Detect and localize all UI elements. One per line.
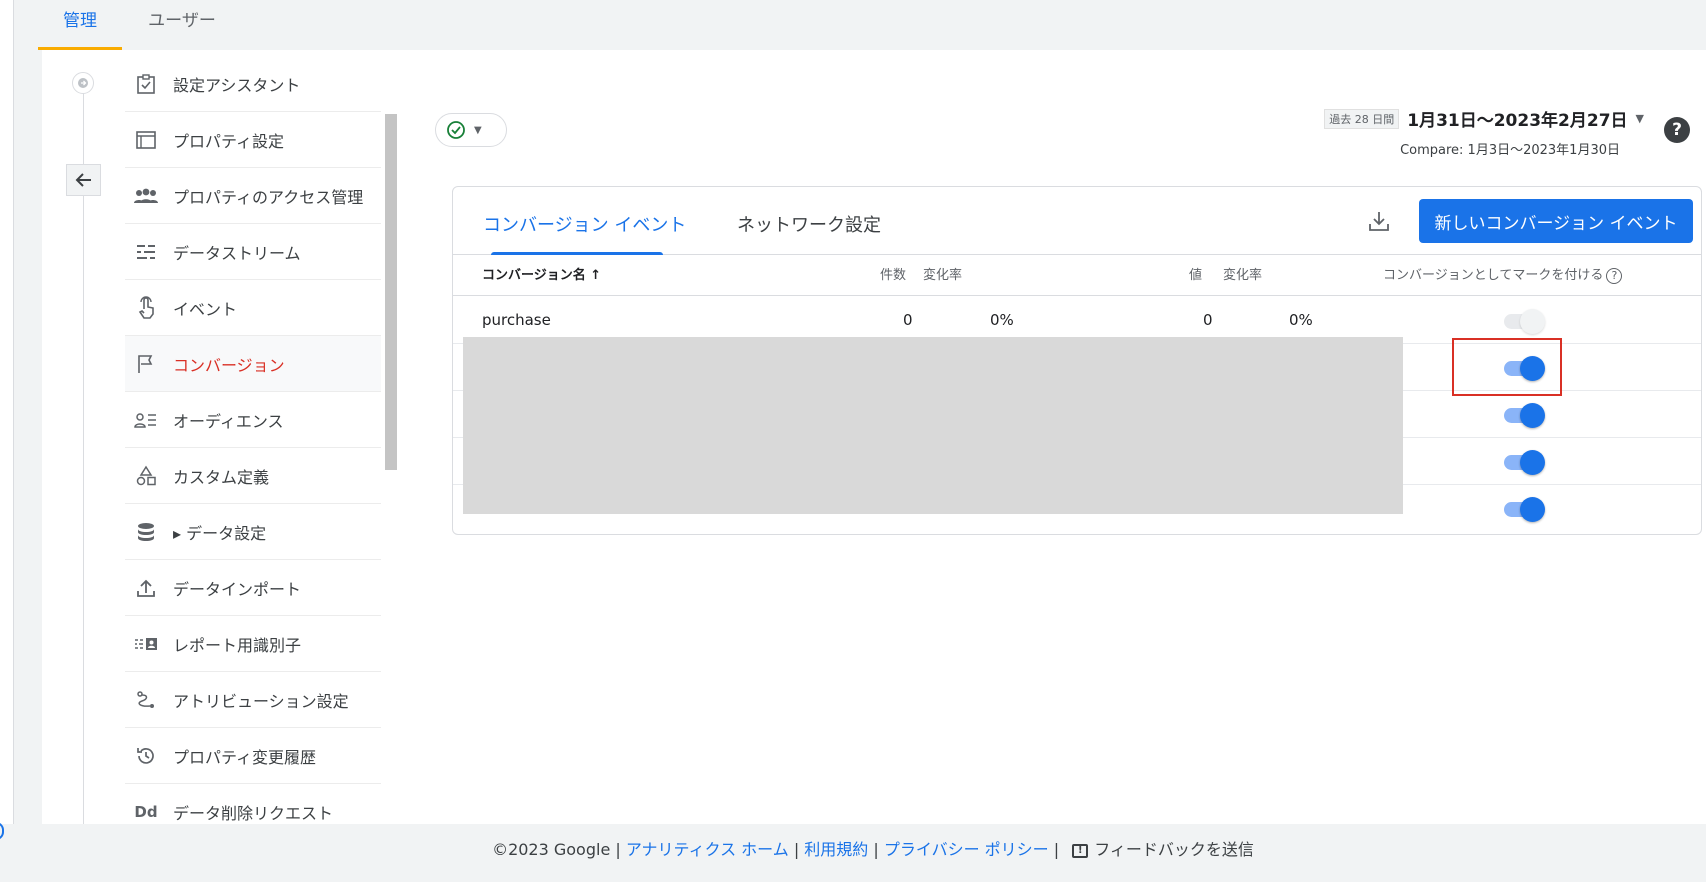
- column-header-change[interactable]: 変化率: [923, 255, 962, 296]
- download-button[interactable]: [1363, 205, 1395, 237]
- sidebar-item-label: データストリーム: [173, 243, 301, 263]
- footer-feedback[interactable]: フィードバックを送信: [1094, 840, 1254, 859]
- sidebar-item-reporting-identity[interactable]: レポート用識別子: [125, 616, 381, 672]
- mark-as-conversion-toggle[interactable]: [1502, 450, 1546, 475]
- sidebar-item-label: プロパティ変更履歴: [173, 747, 317, 767]
- timeline-step-icon: [72, 72, 94, 94]
- new-conversion-event-button[interactable]: 新しいコンバージョン イベント: [1419, 199, 1693, 243]
- sidebar-item-label: プロパティのアクセス管理: [173, 187, 364, 207]
- footer-link-privacy[interactable]: プライバシー ポリシー: [884, 840, 1049, 859]
- feedback-icon[interactable]: !: [1072, 843, 1089, 858]
- sidebar-item-label: アトリビューション設定: [173, 691, 349, 711]
- database-icon: [133, 519, 159, 545]
- sidebar-item-label: カスタム定義: [173, 467, 270, 487]
- help-icon[interactable]: ?: [1606, 267, 1623, 284]
- sidebar-item-data-settings[interactable]: ▸ データ設定: [125, 504, 381, 560]
- sidebar-item-access-management[interactable]: プロパティのアクセス管理: [125, 168, 381, 224]
- sidebar-item-label: データインポート: [173, 579, 302, 599]
- shapes-icon: [133, 463, 159, 489]
- status-dropdown[interactable]: ▼: [435, 113, 507, 147]
- footer-separator: |: [1053, 840, 1060, 859]
- sidebar-item-label: レポート用識別子: [173, 635, 302, 655]
- caret-down-icon[interactable]: ▼: [1636, 112, 1644, 125]
- highlight-annotation: [1452, 338, 1562, 396]
- mark-as-conversion-toggle[interactable]: [1502, 309, 1546, 334]
- caret-down-icon: ▼: [474, 124, 482, 136]
- date-range-label[interactable]: 1月31日～2023年2月27日: [1407, 106, 1627, 131]
- tab-network-settings[interactable]: ネットワーク設定: [737, 187, 881, 255]
- column-header-value[interactable]: 値: [1189, 255, 1202, 296]
- sidebar-scrollbar[interactable]: [385, 114, 397, 470]
- column-header-count[interactable]: 件数: [880, 255, 906, 296]
- card-tab-bar: コンバージョン イベント ネットワーク設定 新しいコンバージョン イベント: [453, 187, 1701, 255]
- sidebar-item-label: プロパティ設定: [173, 131, 285, 151]
- streams-icon: [133, 239, 159, 265]
- sidebar-item-label: ▸ データ設定: [173, 523, 267, 543]
- sidebar-item-data-streams[interactable]: データストリーム: [125, 224, 381, 280]
- table-header: コンバージョン名 ↑ 件数 変化率 値 変化率 コンバージョンとしてマークを付け…: [453, 255, 1701, 296]
- tab-admin[interactable]: 管理: [38, 0, 122, 50]
- sidebar-item-events[interactable]: イベント: [125, 280, 381, 336]
- layout-icon: [133, 127, 159, 153]
- touch-icon: [133, 295, 159, 321]
- compare-range-label: Compare: 1月3日～2023年1月30日: [1400, 143, 1620, 158]
- upload-icon: [133, 575, 159, 601]
- help-icon[interactable]: ?: [1664, 117, 1690, 143]
- footer-link-analytics-home[interactable]: アナリティクス ホーム: [626, 840, 789, 859]
- sidebar-item-data-import[interactable]: データインポート: [125, 560, 381, 616]
- history-icon: [133, 743, 159, 769]
- tab-user[interactable]: ユーザー: [142, 0, 222, 50]
- column-header-value-change[interactable]: 変化率: [1223, 255, 1262, 296]
- column-header-mark-as-conversion: コンバージョンとしてマークを付ける?: [1383, 255, 1623, 296]
- checklist-icon: [133, 71, 159, 97]
- sidebar-item-property-settings[interactable]: プロパティ設定: [125, 112, 381, 168]
- check-circle-icon: [447, 121, 465, 139]
- column-header-name[interactable]: コンバージョン名 ↑: [482, 255, 601, 296]
- sidebar-item-label: データ削除リクエスト: [173, 804, 334, 823]
- footer-copyright: ©2023 Google |: [492, 840, 621, 859]
- footer-separator: |: [873, 840, 879, 859]
- sidebar-item-conversions[interactable]: コンバージョン: [125, 336, 381, 392]
- date-range-picker[interactable]: 過去 28 日間 1月31日～2023年2月27日 ▼ Compare: 1月3…: [1324, 106, 1644, 158]
- footer-separator: |: [793, 840, 800, 859]
- sidebar-item-label: 設定アシスタント: [173, 75, 301, 95]
- sidebar-item-property-change-history[interactable]: プロパティ変更履歴: [125, 728, 381, 784]
- sidebar-item-setup-assistant[interactable]: 設定アシスタント: [125, 56, 381, 112]
- download-icon: [1369, 212, 1389, 231]
- dd-icon: Dd: [134, 803, 158, 821]
- sidebar-item-audiences[interactable]: オーディエンス: [125, 392, 381, 448]
- sidebar-item-label: オーディエンス: [173, 411, 284, 431]
- identity-icon: [133, 631, 159, 657]
- audience-icon: [133, 407, 159, 433]
- column-header-mark-label: コンバージョンとしてマークを付ける: [1383, 268, 1604, 283]
- flag-icon: [133, 351, 159, 377]
- mark-as-conversion-toggle[interactable]: [1502, 497, 1546, 522]
- attribution-icon: [133, 687, 159, 713]
- arrow-left-icon: [75, 173, 91, 187]
- top-tab-bar: 管理 ユーザー: [14, 0, 1706, 50]
- date-preset-badge: 過去 28 日間: [1324, 108, 1400, 129]
- mark-as-conversion-toggle[interactable]: [1502, 403, 1546, 428]
- sidebar-item-attribution-settings[interactable]: アトリビューション設定: [125, 672, 381, 728]
- sidebar-item-label: イベント: [173, 299, 238, 319]
- sidebar-item-custom-definitions[interactable]: カスタム定義: [125, 448, 381, 504]
- sidebar-item-label: コンバージョン: [173, 355, 285, 375]
- admin-sidebar: 設定アシスタント プロパティ設定 プロパティのアクセス管理 データストリーム イ…: [125, 56, 381, 840]
- people-icon: [133, 183, 159, 209]
- tab-conversion-events[interactable]: コンバージョン イベント: [483, 187, 686, 255]
- redacted-region: [463, 337, 1403, 514]
- footer: ©2023 Google | アナリティクス ホーム | 利用規約 | プライバ…: [0, 836, 1706, 860]
- footer-link-terms[interactable]: 利用規約: [804, 840, 868, 859]
- left-edge-panel: [0, 0, 14, 824]
- back-button[interactable]: [66, 164, 101, 196]
- sidebar-item-data-deletion-requests[interactable]: Dd データ削除リクエスト: [125, 784, 381, 840]
